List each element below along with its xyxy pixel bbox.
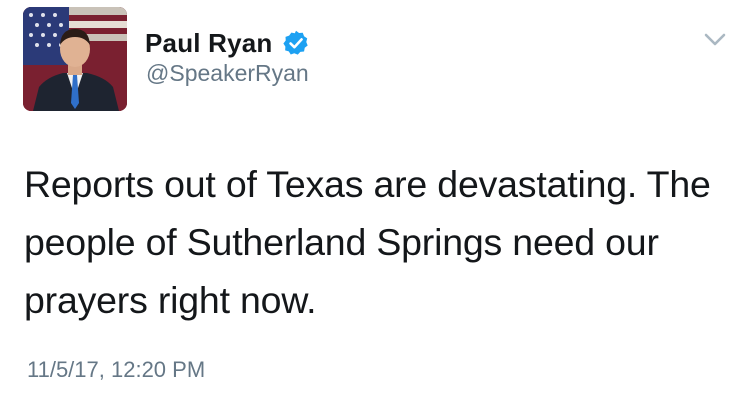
chevron-down-icon[interactable] (704, 32, 726, 48)
tweet-card: Paul Ryan @SpeakerRyan Reports out of Te… (0, 0, 750, 411)
author-name-row[interactable]: Paul Ryan (145, 25, 310, 61)
author-handle[interactable]: @SpeakerRyan (146, 60, 309, 87)
avatar[interactable] (23, 7, 127, 111)
tweet-timestamp[interactable]: 11/5/17, 12:20 PM (27, 357, 205, 383)
tweet-text: Reports out of Texas are devastating. Th… (24, 163, 711, 321)
author-display-name[interactable]: Paul Ryan (145, 28, 273, 59)
profile-photo (23, 7, 127, 111)
verified-badge-icon (282, 29, 310, 57)
